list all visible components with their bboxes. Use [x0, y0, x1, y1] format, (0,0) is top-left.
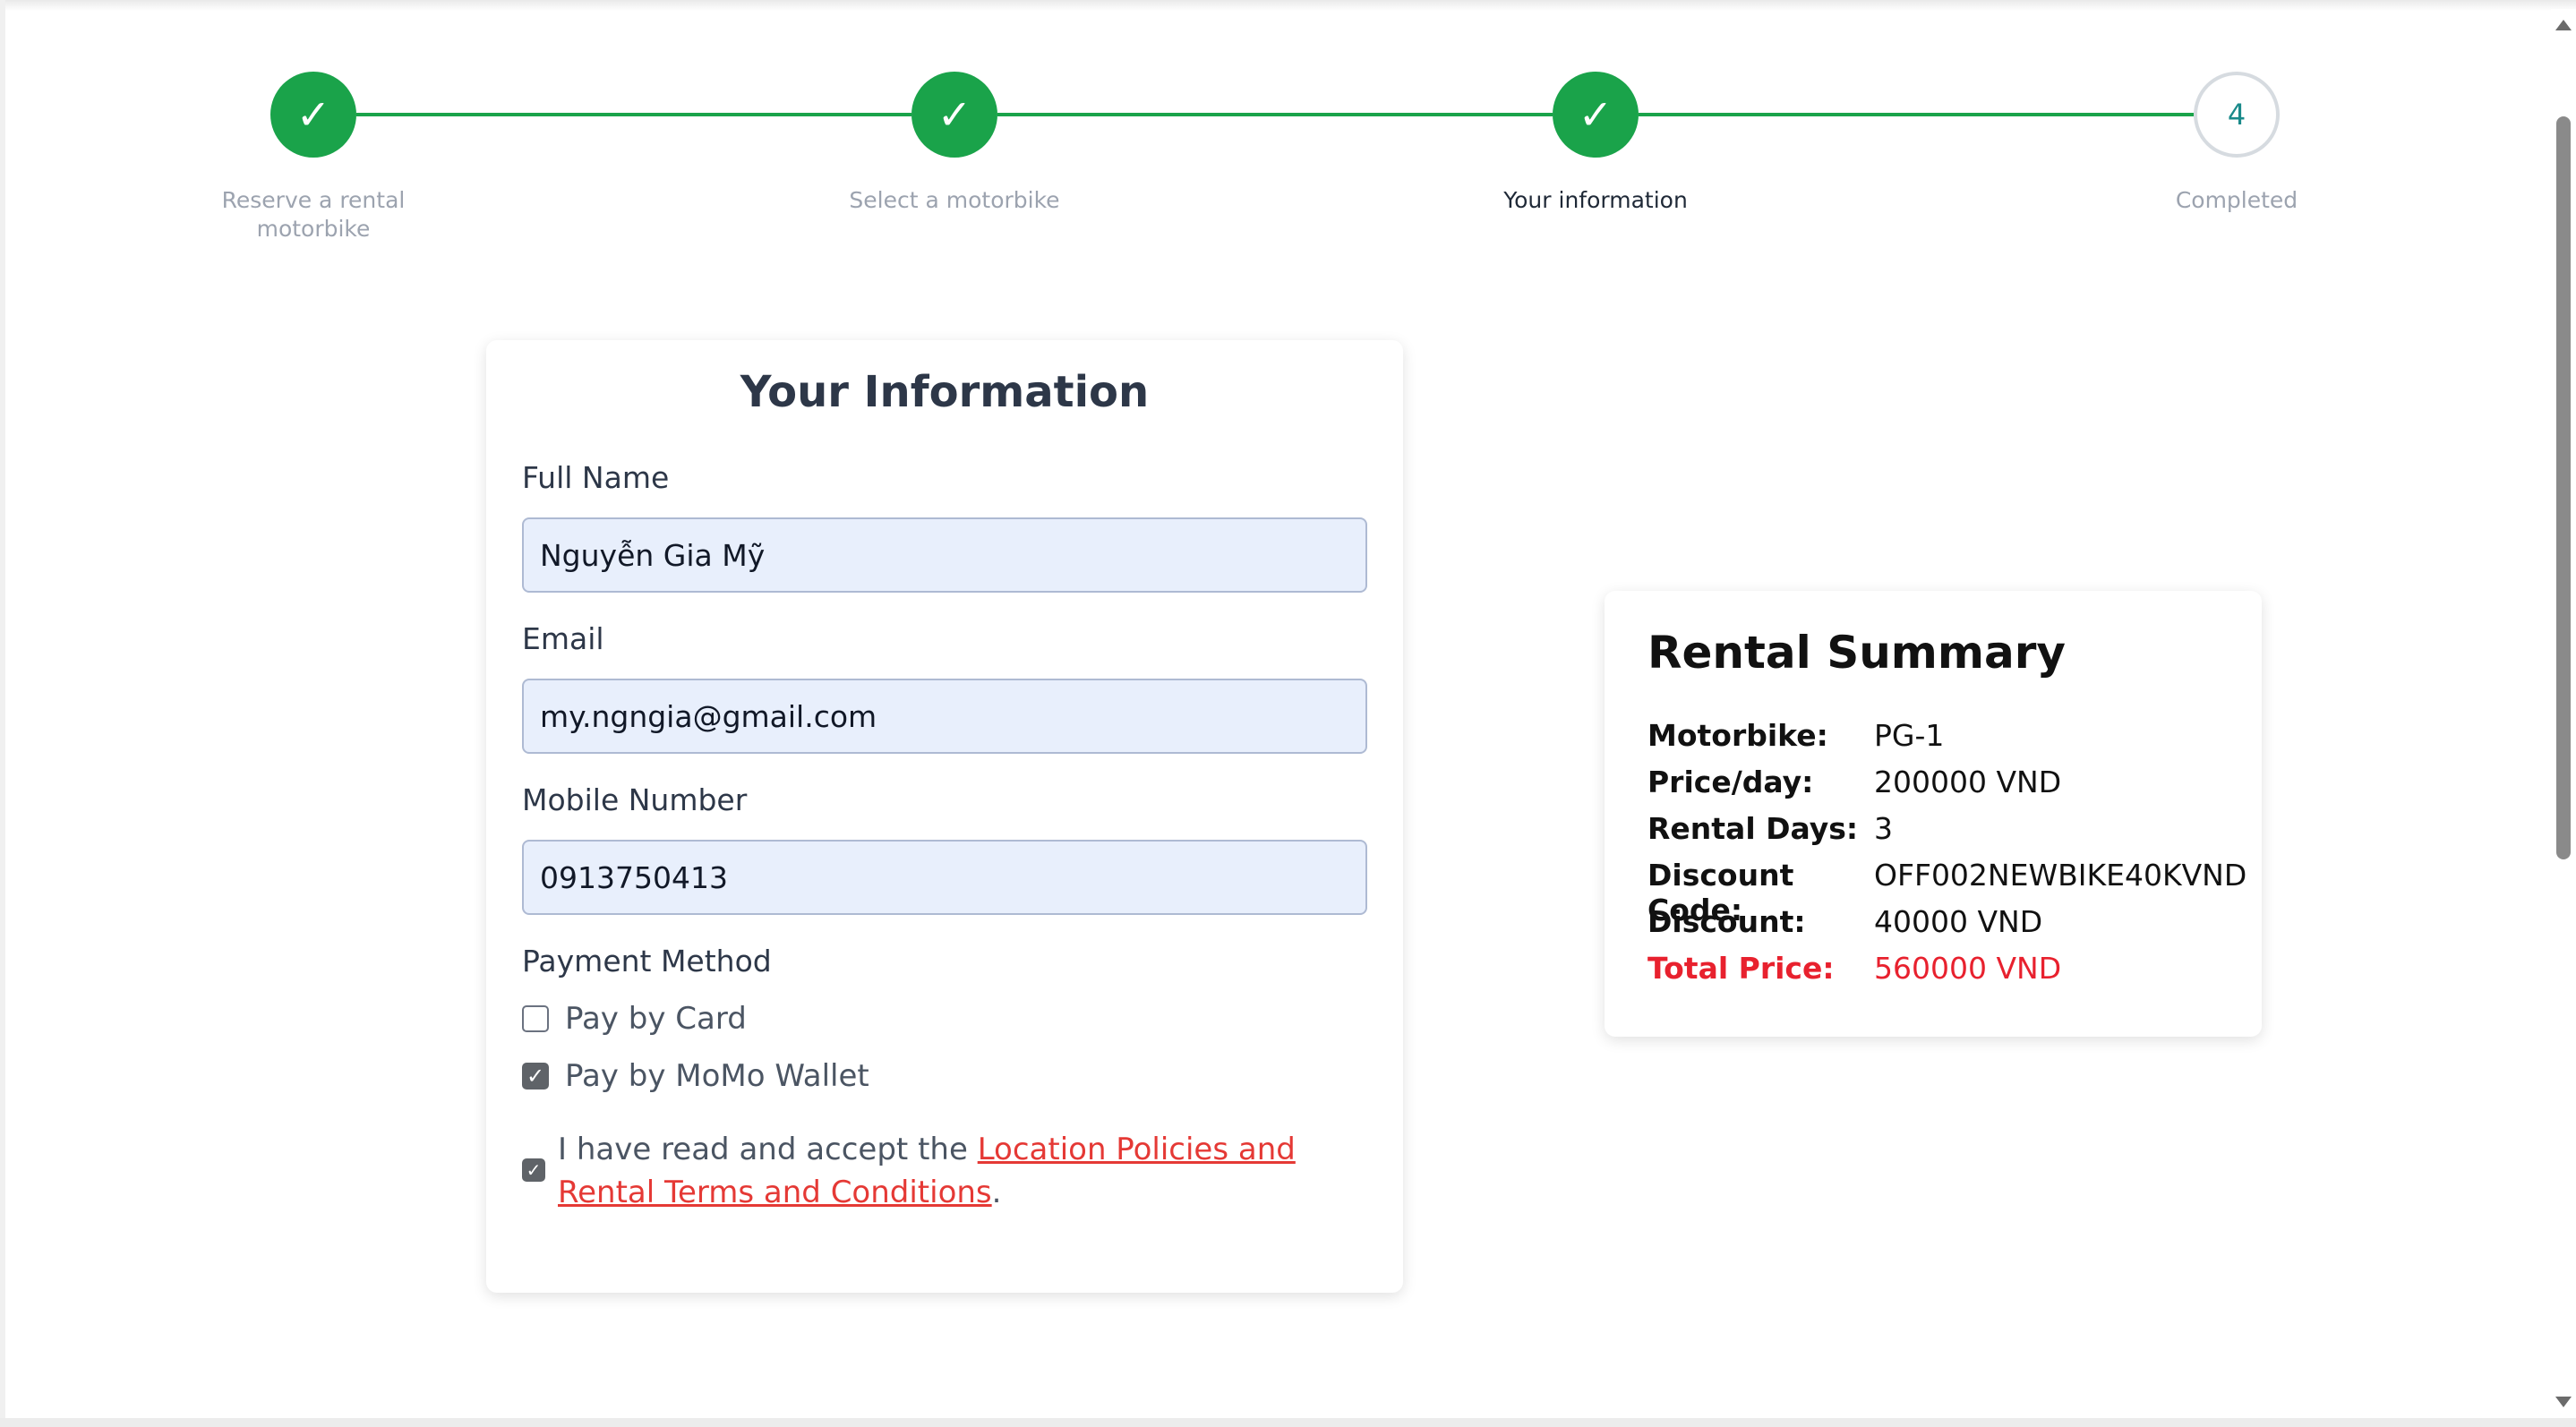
summary-row-price: Price/day: 200000 VND: [1647, 765, 2061, 799]
step-1-check-icon: ✓: [270, 72, 356, 158]
scroll-down-arrow-icon[interactable]: [2555, 1397, 2572, 1407]
mobile-number-label: Mobile Number: [522, 782, 748, 817]
discount-label: Discount:: [1647, 904, 1806, 939]
summary-row-days: Rental Days: 3: [1647, 811, 1893, 846]
pay-by-momo-checkbox[interactable]: ✓: [522, 1063, 549, 1089]
pay-by-card-option[interactable]: Pay by Card: [522, 1001, 747, 1037]
step-3-label: Your information: [1503, 187, 1688, 213]
your-information-card: Your Information Full Name Email Mobile …: [486, 340, 1403, 1293]
summary-row-discount: Discount: 40000 VND: [1647, 904, 2042, 939]
pay-by-momo-option[interactable]: ✓ Pay by MoMo Wallet: [522, 1058, 869, 1094]
page-scrollbar[interactable]: [2551, 9, 2576, 1418]
discount-value: 40000 VND: [1874, 904, 2043, 939]
summary-row-total: Total Price: 560000 VND: [1647, 951, 2061, 986]
full-name-input[interactable]: [522, 517, 1367, 593]
stepper-connector-2: [997, 113, 1553, 116]
step-3-check-icon: ✓: [1553, 72, 1639, 158]
rental-days-value: 3: [1874, 811, 1893, 846]
form-title: Your Information: [740, 367, 1150, 417]
terms-checkbox[interactable]: ✓: [522, 1158, 545, 1182]
step-2-label: Select a motorbike: [849, 187, 1060, 213]
step-2-check-icon: ✓: [911, 72, 997, 158]
motorbike-label: Motorbike:: [1647, 718, 1828, 753]
total-price-value: 560000 VND: [1874, 951, 2062, 986]
scroll-thumb[interactable]: [2556, 116, 2571, 859]
progress-stepper: ✓ ✓ ✓ 4 Reserve a rental motorbike Selec…: [0, 0, 2576, 269]
price-day-value: 200000 VND: [1874, 765, 2062, 799]
stepper-connector-3: [1639, 113, 2194, 116]
step-4-number: 4: [2194, 72, 2280, 158]
window-bottom-edge: [0, 1418, 2576, 1427]
rental-days-label: Rental Days:: [1647, 811, 1859, 846]
total-price-label: Total Price:: [1647, 951, 1835, 986]
stepper-connector-1: [356, 113, 911, 116]
summary-title: Rental Summary: [1647, 627, 2066, 679]
full-name-label: Full Name: [522, 460, 670, 495]
terms-text: I have read and accept the Location Poli…: [558, 1128, 1364, 1214]
summary-row-motorbike: Motorbike: PG-1: [1647, 718, 1944, 753]
terms-suffix: .: [991, 1175, 1002, 1210]
rental-summary-card: Rental Summary Motorbike: PG-1 Price/day…: [1605, 591, 2262, 1037]
price-day-label: Price/day:: [1647, 765, 1814, 799]
step-1-label: Reserve a rental motorbike: [221, 187, 406, 242]
pay-by-momo-label: Pay by MoMo Wallet: [565, 1058, 869, 1094]
email-input[interactable]: [522, 679, 1367, 754]
payment-method-label: Payment Method: [522, 944, 772, 978]
pay-by-card-checkbox[interactable]: [522, 1005, 549, 1032]
motorbike-value: PG-1: [1874, 718, 1945, 753]
terms-acceptance: ✓ I have read and accept the Location Po…: [522, 1128, 1382, 1214]
mobile-number-input[interactable]: [522, 840, 1367, 915]
pay-by-card-label: Pay by Card: [565, 1001, 747, 1037]
step-4-label: Completed: [2175, 187, 2298, 213]
email-label: Email: [522, 621, 604, 656]
scroll-up-arrow-icon[interactable]: [2555, 20, 2572, 30]
terms-prefix: I have read and accept the: [558, 1132, 978, 1167]
